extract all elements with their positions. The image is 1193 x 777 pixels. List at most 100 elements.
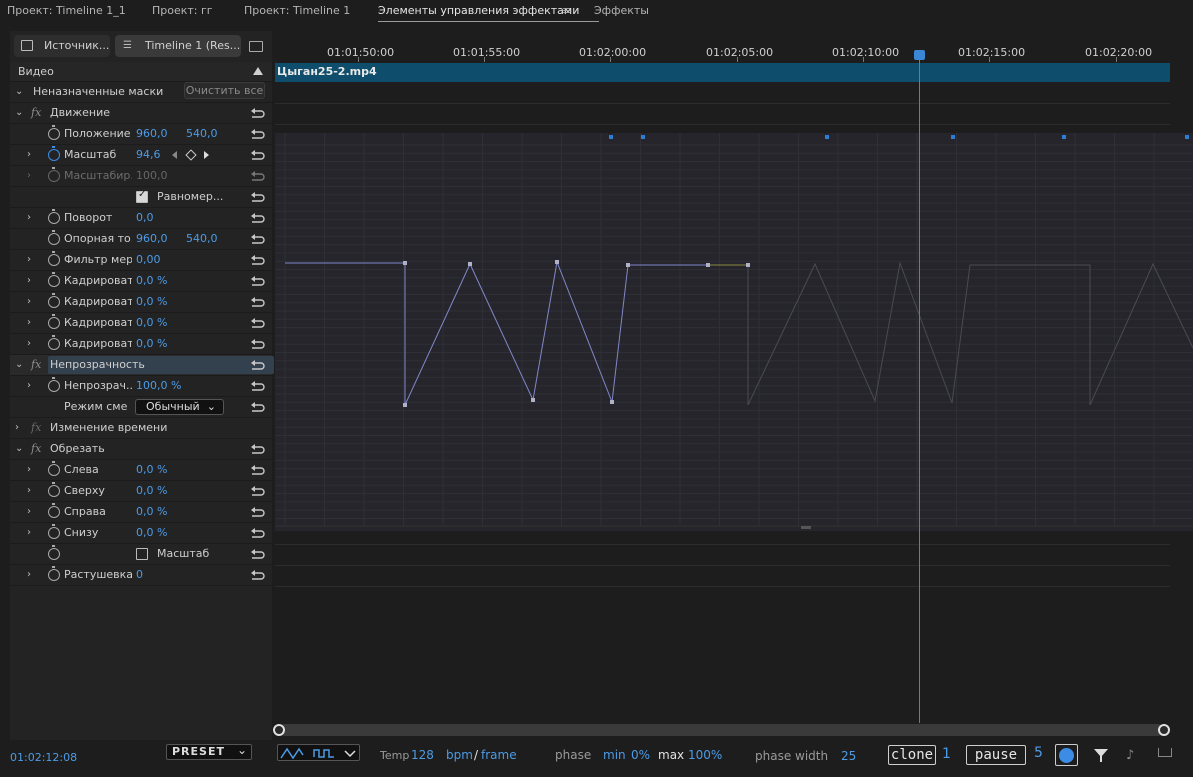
tab-effect-controls[interactable]: Элементы управления эффектами xyxy=(378,4,600,22)
reset-icon[interactable] xyxy=(250,548,266,560)
reset-icon[interactable] xyxy=(250,254,266,266)
stopwatch-icon[interactable] xyxy=(48,209,60,224)
reset-icon[interactable] xyxy=(250,485,266,497)
scale-width-value[interactable]: 100,0 xyxy=(136,169,168,182)
reset-icon[interactable] xyxy=(250,275,266,287)
time-ruler[interactable]: 01:01:50:00 01:01:55:00 01:02:00:00 01:0… xyxy=(275,40,1193,62)
crop-value-1[interactable]: 0,0 % xyxy=(136,274,167,287)
scrollbar-left-handle[interactable] xyxy=(273,724,285,736)
clip-bar[interactable]: Цыган25-2.mp4 xyxy=(275,63,1170,82)
crop-bottom-value[interactable]: 0,0 % xyxy=(136,526,167,539)
export-icon[interactable] xyxy=(1158,748,1172,757)
reset-icon[interactable] xyxy=(250,506,266,518)
stopwatch-icon[interactable] xyxy=(48,524,60,539)
crop-top-value[interactable]: 0,0 % xyxy=(136,484,167,497)
stopwatch-icon[interactable] xyxy=(48,125,60,140)
stopwatch-icon[interactable] xyxy=(48,272,60,287)
chevron-right-icon[interactable]: › xyxy=(27,254,37,266)
chevron-down-icon[interactable]: ⌄ xyxy=(15,443,25,455)
feather-value[interactable]: 0 xyxy=(136,568,143,581)
anchor-x-value[interactable]: 960,0 xyxy=(136,232,168,245)
panel-toggle-icon[interactable] xyxy=(249,41,263,52)
add-keyframe-icon[interactable] xyxy=(185,149,197,161)
crop-value-3[interactable]: 0,0 % xyxy=(136,316,167,329)
anchor-y-value[interactable]: 540,0 xyxy=(186,232,218,245)
rotation-value[interactable]: 0,0 xyxy=(136,211,154,224)
waveform-selector[interactable] xyxy=(277,744,360,761)
position-x-value[interactable]: 960,0 xyxy=(136,127,168,140)
chevron-right-icon[interactable]: › xyxy=(27,212,37,224)
temp-value[interactable]: 128 xyxy=(411,748,434,762)
chevron-right-icon[interactable]: › xyxy=(27,506,37,518)
clone-button[interactable]: clone xyxy=(888,745,936,765)
tab-project-timeline-1-1[interactable]: Проект: Timeline 1_1 xyxy=(7,4,126,17)
chevron-right-icon[interactable]: › xyxy=(27,317,37,329)
position-y-value[interactable]: 540,0 xyxy=(186,127,218,140)
blend-mode-select[interactable]: Обычный ⌄ xyxy=(135,399,224,415)
scale-value[interactable]: 94,6 xyxy=(136,148,161,161)
audio-route-icon[interactable]: ♪ xyxy=(1126,748,1134,763)
stopwatch-icon[interactable] xyxy=(48,482,60,497)
playhead-handle[interactable] xyxy=(914,50,925,60)
tab-timeline[interactable]: ☰ Timeline 1 (Res... xyxy=(115,35,241,57)
chevron-right-icon[interactable]: › xyxy=(27,338,37,350)
crop-value-4[interactable]: 0,0 % xyxy=(136,337,167,350)
reset-icon[interactable] xyxy=(250,527,266,539)
tab-source[interactable]: Источник... xyxy=(14,35,110,57)
crop-value-2[interactable]: 0,0 % xyxy=(136,295,167,308)
chevron-right-icon[interactable]: › xyxy=(27,170,37,182)
record-button[interactable] xyxy=(1055,744,1078,766)
reset-icon[interactable] xyxy=(250,296,266,308)
stopwatch-icon[interactable] xyxy=(48,167,60,182)
chevron-right-icon[interactable]: › xyxy=(27,380,37,392)
chevron-right-icon[interactable]: › xyxy=(27,275,37,287)
stopwatch-icon[interactable] xyxy=(48,545,60,560)
pause-button[interactable]: pause xyxy=(966,745,1026,765)
stopwatch-icon[interactable] xyxy=(48,566,60,581)
reset-icon[interactable] xyxy=(250,128,266,140)
uniform-scale-checkbox[interactable] xyxy=(136,189,148,203)
reset-icon[interactable] xyxy=(250,212,266,224)
chevron-right-icon[interactable]: › xyxy=(27,527,37,539)
chevron-right-icon[interactable]: › xyxy=(27,296,37,308)
phase-width-value[interactable]: 25 xyxy=(841,749,856,763)
chevron-right-icon[interactable]: › xyxy=(15,422,25,434)
flicker-value[interactable]: 0,00 xyxy=(136,253,161,266)
reset-icon[interactable] xyxy=(250,233,266,245)
unit-bpm[interactable]: bpm xyxy=(446,748,473,762)
opacity-value[interactable]: 100,0 % xyxy=(136,379,181,392)
reset-icon[interactable] xyxy=(250,149,266,161)
clone-value[interactable]: 1 xyxy=(942,746,951,762)
stopwatch-icon[interactable] xyxy=(48,230,60,245)
timeline-scrollbar[interactable] xyxy=(279,724,1164,736)
tab-effects[interactable]: Эффекты xyxy=(594,4,649,17)
reset-icon[interactable] xyxy=(250,569,266,581)
stopwatch-icon[interactable] xyxy=(48,377,60,392)
reset-icon[interactable] xyxy=(250,443,266,455)
reset-icon[interactable] xyxy=(250,359,266,371)
collapse-triangle-icon[interactable] xyxy=(253,67,263,75)
chevron-right-icon[interactable]: › xyxy=(27,569,37,581)
chevron-right-icon[interactable]: › xyxy=(27,485,37,497)
menu-icon[interactable]: ≡ xyxy=(562,4,571,17)
tab-project-gg[interactable]: Проект: гг xyxy=(152,4,213,17)
crop-zoom-checkbox[interactable] xyxy=(136,548,148,560)
keyframe-graph-overlay[interactable] xyxy=(275,133,1193,531)
reset-icon[interactable] xyxy=(250,191,266,203)
reset-icon[interactable] xyxy=(250,317,266,329)
reset-icon[interactable] xyxy=(250,380,266,392)
fx-icon[interactable]: fx xyxy=(31,421,41,434)
preset-dropdown[interactable]: PRESET ⌄ xyxy=(166,743,252,760)
stopwatch-icon[interactable] xyxy=(48,335,60,350)
crop-right-value[interactable]: 0,0 % xyxy=(136,505,167,518)
fx-icon[interactable]: fx xyxy=(31,106,41,119)
fx-icon[interactable]: fx xyxy=(31,358,41,371)
playhead-line[interactable] xyxy=(919,51,920,723)
stopwatch-icon[interactable] xyxy=(48,503,60,518)
reset-icon[interactable] xyxy=(250,170,266,182)
chevron-down-icon[interactable]: ⌄ xyxy=(15,86,25,98)
stopwatch-active-icon[interactable] xyxy=(48,146,60,161)
chevron-right-icon[interactable]: › xyxy=(27,149,37,161)
pause-value[interactable]: 5 xyxy=(1034,745,1043,761)
stopwatch-icon[interactable] xyxy=(48,293,60,308)
